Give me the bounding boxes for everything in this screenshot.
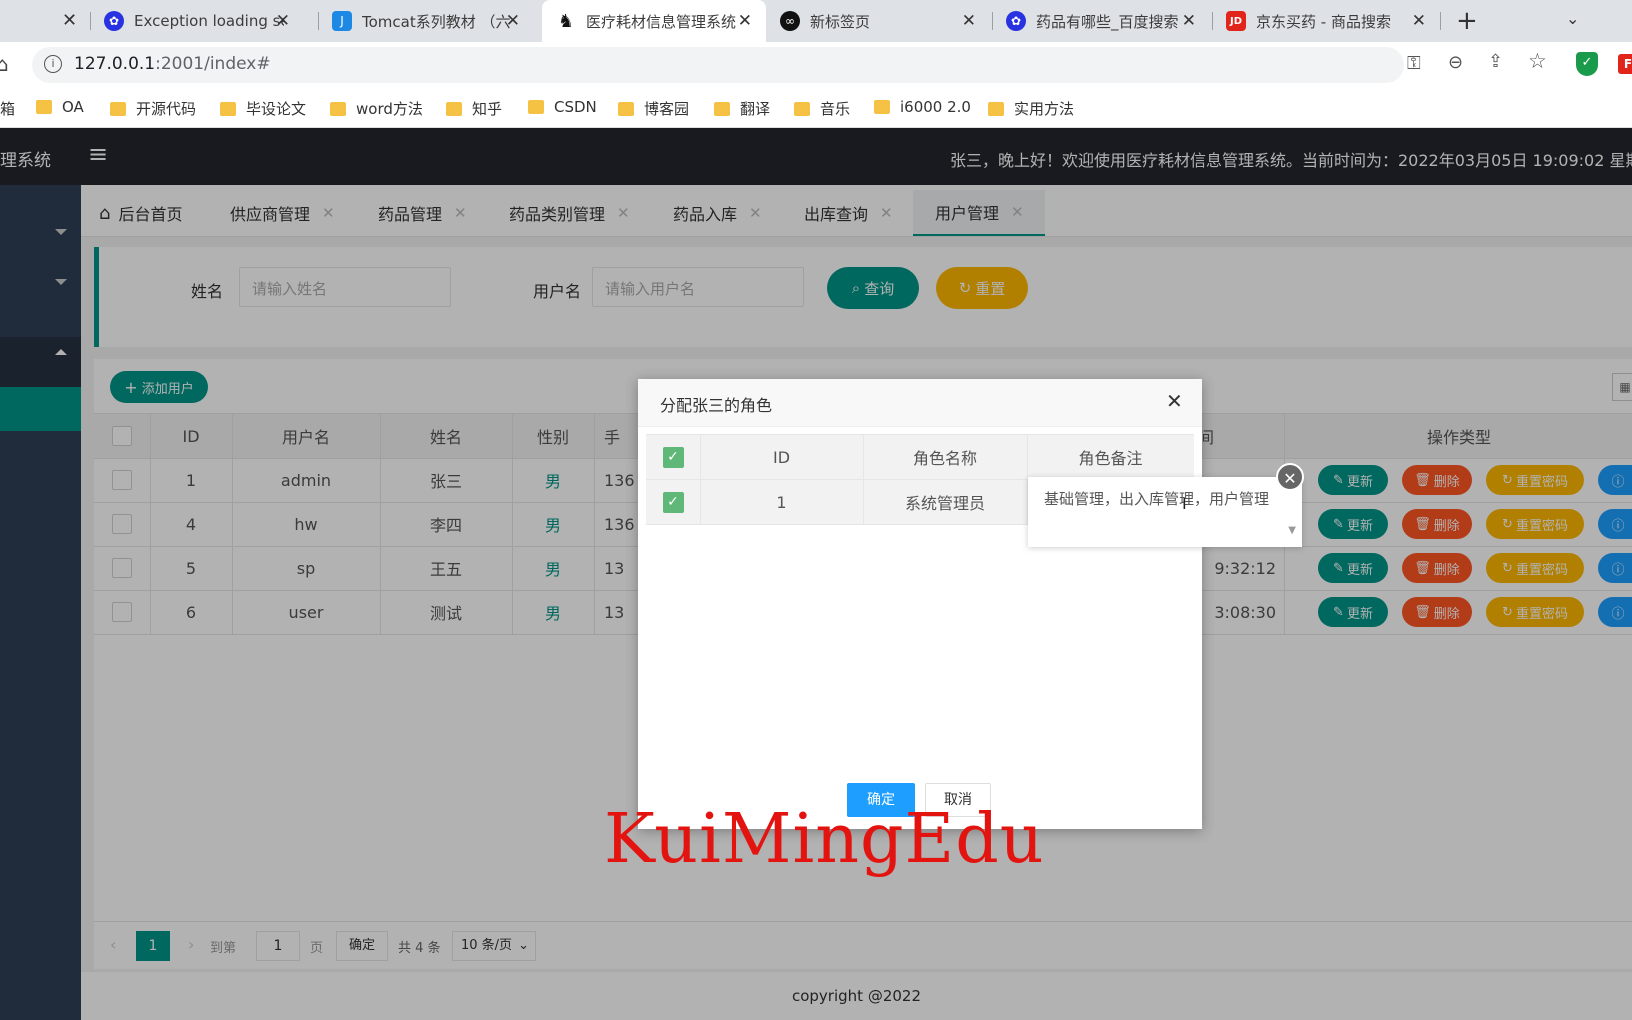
bookmark-item[interactable]: word方法 xyxy=(330,98,423,119)
dialog-title: 分配张三的角色 xyxy=(660,396,773,415)
select-all-roles-checkbox[interactable]: ✓ xyxy=(646,435,700,479)
assign-role-dialog: 分配张三的角色 ✕ ✓ ID 角色名称 角色备注 ✓ 1 系统管理员 确定 取消 xyxy=(638,379,1202,829)
role-cell-id: 1 xyxy=(776,492,787,512)
role-row-checkbox[interactable]: ✓ xyxy=(646,480,700,524)
tooltip-text: 基础管理，出入库管理，用户管理 xyxy=(1044,490,1270,508)
bookmark-star-icon[interactable]: ☆ xyxy=(1528,49,1547,73)
role-col-name: 角色名称 xyxy=(912,449,977,468)
baidu-paw-icon: ✿ xyxy=(1006,11,1026,31)
role-cell-name: 系统管理员 xyxy=(904,494,985,513)
jd-logo-icon: JD xyxy=(1226,11,1246,31)
close-icon[interactable]: ✕ xyxy=(1166,389,1183,413)
extension-f-icon[interactable]: F xyxy=(1618,54,1632,74)
folder-icon xyxy=(618,101,634,116)
bookmark-item[interactable]: 音乐 xyxy=(794,98,850,119)
folder-icon xyxy=(330,101,346,116)
bookmark-item[interactable]: 实用方法 xyxy=(988,98,1074,119)
folder-icon xyxy=(36,100,52,114)
tab-search-chevron-icon[interactable]: ⌄ xyxy=(1566,9,1579,28)
role-note-tooltip: 基础管理，出入库管理，用户管理 ▼ xyxy=(1028,477,1302,547)
folder-icon xyxy=(220,101,236,116)
url-host: 127.0.0.1 xyxy=(74,54,156,74)
tab-close-icon[interactable]: ✕ xyxy=(962,11,976,31)
browser-tab-exception[interactable]: ✿ Exception loading se ✕ xyxy=(92,0,304,42)
tab-close-icon[interactable]: ✕ xyxy=(1412,11,1426,31)
bookmarks-bar: 箱 OA 开源代码 毕设论文 word方法 知乎 CSDN 博客园 翻译 音乐 … xyxy=(0,88,1632,128)
watermark: KuiMingEdu xyxy=(604,800,1045,879)
bookmark-item[interactable]: 知乎 xyxy=(446,98,502,119)
browser-tab-newtab[interactable]: ∞ 新标签页 ✕ xyxy=(766,0,990,42)
dialog-header: 分配张三的角色 ✕ xyxy=(638,379,1202,427)
new-tab-plus-icon[interactable]: + xyxy=(1456,6,1478,36)
folder-icon xyxy=(988,101,1004,116)
key-icon[interactable]: ⚿ xyxy=(1407,53,1421,74)
tab-close-icon[interactable]: ✕ xyxy=(738,11,752,31)
folder-icon xyxy=(528,100,544,114)
zoom-icon[interactable]: ⊖ xyxy=(1448,52,1463,73)
shield-extension-icon[interactable]: ✓ xyxy=(1576,52,1598,76)
bookmark-item[interactable]: OA xyxy=(36,98,84,116)
baidu-paw-icon: ✿ xyxy=(104,11,124,31)
bookmark-item[interactable]: 翻译 xyxy=(714,98,770,119)
tab-close-icon[interactable]: ✕ xyxy=(506,11,520,31)
tab-close-icon[interactable]: ✕ xyxy=(1182,11,1196,31)
text-cursor-icon: I xyxy=(1182,494,1187,513)
bookmark-item[interactable]: 毕设论文 xyxy=(220,98,306,119)
url-path: :2001/index# xyxy=(155,54,271,74)
j-logo-icon: J xyxy=(332,11,352,31)
role-col-note: 角色备注 xyxy=(1078,449,1143,468)
folder-icon xyxy=(446,101,462,116)
browser-tab-medical[interactable]: ♞ 医疗耗材信息管理系统 ✕ xyxy=(542,0,766,42)
url-bar[interactable]: i 127.0.0.1:2001/index# ⚿ xyxy=(32,47,1421,83)
bookmark-item[interactable]: 开源代码 xyxy=(110,98,196,119)
tab-close-icon[interactable]: ✕ xyxy=(276,11,290,31)
tooltip-close-icon[interactable]: ✕ xyxy=(1276,463,1304,491)
checkmark-icon: ✓ xyxy=(662,446,684,468)
tab-close-icon[interactable]: ✕ xyxy=(62,10,77,31)
home-icon[interactable]: ⌂ xyxy=(0,52,9,76)
browser-tab-baidu[interactable]: ✿ 药品有哪些_百度搜索 ✕ xyxy=(994,0,1210,42)
folder-icon xyxy=(714,101,730,116)
checkmark-icon: ✓ xyxy=(662,491,684,513)
role-col-id: ID xyxy=(772,447,791,467)
info-icon[interactable]: i xyxy=(44,55,62,73)
bookmark-item[interactable]: CSDN xyxy=(528,98,597,116)
infinity-icon: ∞ xyxy=(780,11,800,31)
horse-icon: ♞ xyxy=(557,10,575,32)
browser-tab-bar: ✕ ✿ Exception loading se ✕ J Tomcat系列教材 … xyxy=(0,0,1632,42)
folder-icon xyxy=(794,101,810,116)
bookmark-item[interactable]: 箱 xyxy=(0,98,15,119)
bookmark-item[interactable]: i6000 2.0 xyxy=(874,98,971,116)
scroll-down-icon[interactable]: ▼ xyxy=(1288,518,1296,543)
share-icon[interactable]: ⇪ xyxy=(1488,51,1503,72)
address-toolbar: ⌂ i 127.0.0.1:2001/index# ⚿ ⊖ ⇪ ☆ ✓ F xyxy=(0,42,1632,88)
browser-tab-tomcat[interactable]: J Tomcat系列教材 （六 ✕ xyxy=(320,0,534,42)
bookmark-item[interactable]: 博客园 xyxy=(618,98,689,119)
folder-icon xyxy=(110,101,126,116)
folder-icon xyxy=(874,100,890,114)
browser-tab-jd[interactable]: JD 京东买药 - 商品搜索 ✕ xyxy=(1214,0,1440,42)
